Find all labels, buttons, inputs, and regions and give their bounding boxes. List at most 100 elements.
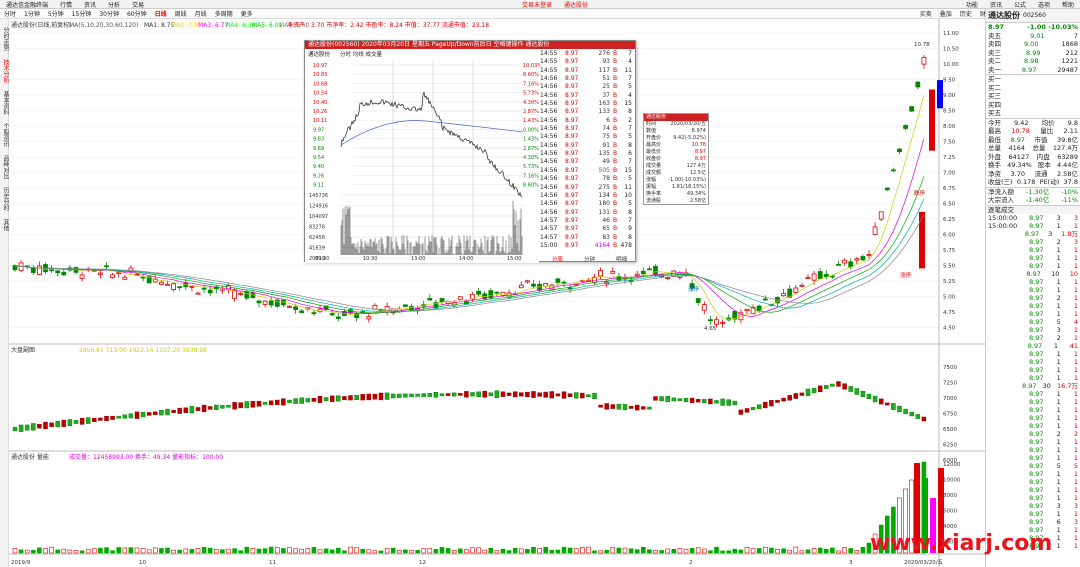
candle[interactable] [36,265,42,275]
index-candle[interactable] [878,398,884,405]
volume-bar[interactable] [701,548,707,554]
candle[interactable] [817,271,823,279]
volume-bar[interactable] [98,547,103,554]
trade-row[interactable]: 8.97 1 1 [986,446,1080,454]
volume-bar[interactable] [366,549,372,554]
index-candle[interactable] [244,401,250,409]
volume-bar[interactable] [860,546,866,554]
volume-bar[interactable] [628,548,634,554]
index-candle[interactable] [134,411,140,419]
index-candle[interactable] [24,424,30,431]
volume-bar[interactable] [592,550,597,554]
volume-bar[interactable] [305,548,311,554]
index-candle[interactable] [116,415,121,419]
volume-bar[interactable] [378,550,384,554]
index-candle[interactable] [842,383,847,390]
volume-bar[interactable] [604,549,610,554]
trade-row[interactable]: 8.97 5 4 [986,318,1080,326]
index-candle[interactable] [476,391,481,397]
index-candle[interactable] [537,392,542,397]
menu-xx[interactable]: 选项 [1032,0,1056,9]
trade-row[interactable]: 8.97 1 41 [986,342,1080,350]
volume-bar[interactable] [714,546,719,554]
volume-bar[interactable] [61,548,67,554]
index-candle[interactable] [256,400,262,407]
volume-bar[interactable] [18,549,24,554]
candle[interactable] [701,304,707,311]
index-candle[interactable] [695,399,701,403]
volume-bar[interactable] [500,548,506,554]
volume-bar[interactable] [226,548,231,554]
volume-bar[interactable] [171,549,176,554]
index-candle[interactable] [445,393,451,396]
index-candle[interactable] [281,398,286,406]
index-candle[interactable] [573,392,579,399]
volume-bar[interactable] [92,548,97,554]
candle[interactable] [842,259,847,264]
index-candle[interactable] [726,399,731,406]
index-candle[interactable] [805,388,811,397]
candle[interactable] [665,277,671,280]
candle[interactable] [897,148,902,153]
volume-bar[interactable] [110,550,115,554]
candle[interactable] [518,284,524,289]
volume-bar[interactable] [195,547,201,554]
tick-row[interactable]: 14:56 8.97 134 B 10 [540,192,636,200]
tick-row[interactable]: 14:57 8.97 46 B 7 [540,217,636,225]
volume-bar[interactable] [427,547,433,554]
volume-bar[interactable] [543,547,549,554]
tab-period-8[interactable]: 月线 [191,9,211,18]
candle[interactable] [781,292,786,297]
popup-tab-2[interactable]: 明细 [616,255,627,263]
index-candle[interactable] [85,417,91,424]
volume-bar[interactable] [726,550,732,554]
volume-bar[interactable] [775,548,780,554]
volume-bar[interactable] [268,546,274,554]
candle[interactable] [238,293,244,295]
volume-bar[interactable] [598,550,603,554]
candle[interactable] [647,268,652,271]
index-candle[interactable] [98,417,103,421]
volume-bar[interactable] [37,547,42,554]
index-candle[interactable] [220,405,225,409]
volume-bar[interactable] [342,550,347,554]
volume-bar[interactable] [293,548,298,554]
index-candle[interactable] [177,407,182,414]
index-candle[interactable] [305,398,311,403]
volume-bar[interactable] [610,547,616,554]
index-candle[interactable] [268,400,274,406]
candle[interactable] [671,270,677,277]
trade-row[interactable]: 8.97 1 1 [986,302,1080,310]
candle[interactable] [805,277,811,279]
candle[interactable] [915,81,921,88]
volume-bar[interactable] [634,549,640,554]
index-candle[interactable] [171,410,176,413]
volume-bar[interactable] [537,548,542,554]
tick-row[interactable]: 14:56 8.97 505 B 15 [540,167,636,175]
volume-bar[interactable] [671,548,677,554]
candle[interactable] [384,305,390,313]
index-candle[interactable] [482,390,487,398]
candle[interactable] [640,270,646,275]
volume-bar[interactable] [262,548,268,554]
volume-bar[interactable] [836,550,841,554]
candle-big-0[interactable] [919,211,925,269]
index-candle[interactable] [354,395,359,401]
candle-big-1[interactable] [929,89,935,151]
index-candle[interactable] [763,401,768,409]
index-candle[interactable] [531,391,536,398]
menu-fx[interactable]: 分析 [102,0,126,9]
candle[interactable] [171,283,177,290]
volume-bar[interactable] [250,547,256,554]
volume-bar[interactable] [116,547,121,554]
candle[interactable] [140,276,146,279]
index-candle[interactable] [769,400,774,407]
volume-bar[interactable] [781,548,786,554]
candle[interactable] [366,316,372,320]
index-candle[interactable] [817,385,823,393]
candle[interactable] [799,284,805,287]
index-candle[interactable] [183,407,189,413]
index-candle[interactable] [415,393,420,397]
volume-bar[interactable] [409,550,414,554]
index-candle[interactable] [92,417,97,422]
